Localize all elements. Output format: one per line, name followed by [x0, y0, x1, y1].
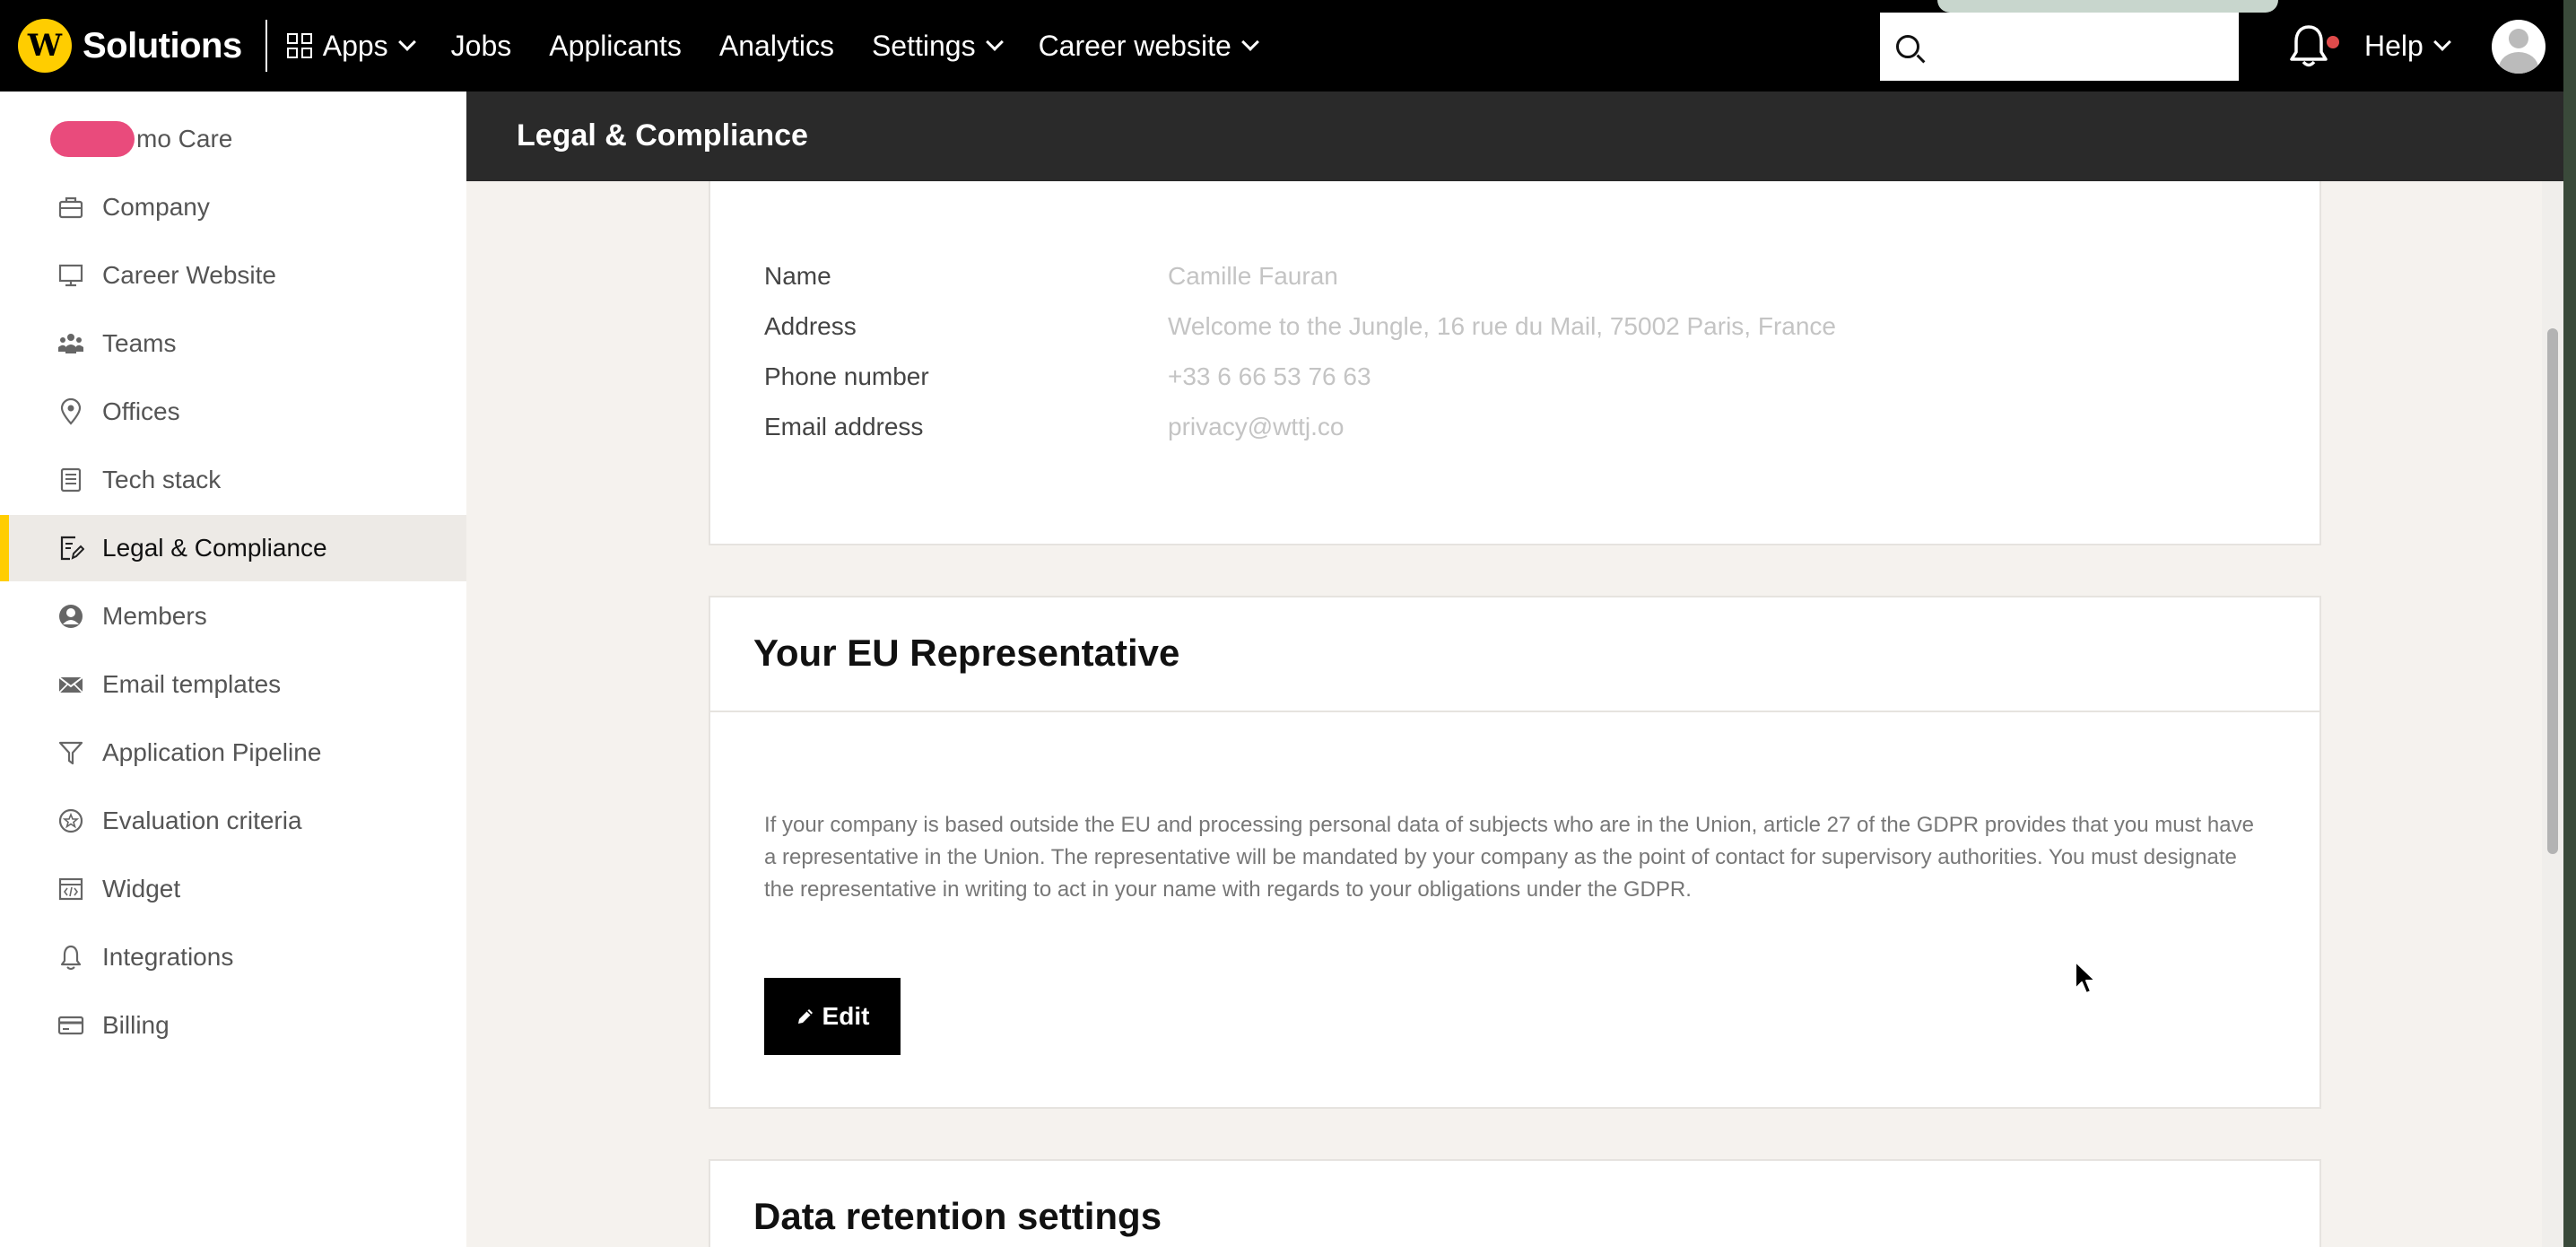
- edit-button[interactable]: Edit: [764, 978, 901, 1055]
- chevron-down-icon: [1240, 33, 1259, 51]
- org-badge: [50, 121, 135, 157]
- sidebar-item-application-pipeline[interactable]: Application Pipeline: [0, 719, 466, 786]
- sidebar-item-label: Company: [102, 193, 210, 221]
- sidebar-item-offices[interactable]: Offices: [0, 379, 466, 445]
- sidebar-item-career-website[interactable]: Career Website: [0, 242, 466, 309]
- nav-analytics-label: Analytics: [718, 29, 834, 62]
- user-circle-icon: [59, 605, 83, 628]
- sidebar-item-label: Integrations: [102, 943, 234, 971]
- nav-applicants[interactable]: Applicants: [549, 30, 682, 63]
- phone-label: Phone number: [764, 362, 929, 390]
- nav-applicants-label: Applicants: [549, 29, 682, 62]
- sidebar-item-label: Widget: [102, 875, 181, 903]
- search-input[interactable]: [1934, 32, 2221, 61]
- sidebar-item-label: Members: [102, 602, 207, 630]
- notification-dot: [2327, 36, 2339, 48]
- address-value: Welcome to the Jungle, 16 rue du Mail, 7…: [1168, 312, 1836, 340]
- sidebar-item-widget[interactable]: Widget: [0, 856, 466, 922]
- sidebar-item-label: Billing: [102, 1011, 170, 1039]
- nav-settings-label: Settings: [871, 29, 976, 62]
- address-label: Address: [764, 312, 857, 340]
- logo-mark: W: [18, 19, 72, 73]
- help-label: Help: [2364, 29, 2424, 62]
- sidebar-org[interactable]: mo Care: [0, 106, 466, 172]
- sidebar-item-members[interactable]: Members: [0, 583, 466, 650]
- brand-name: Solutions: [83, 25, 242, 65]
- avatar-head: [2509, 29, 2528, 48]
- settings-sidebar: mo Care Company Career Website Teams Off…: [0, 92, 466, 1247]
- avatar-body: [2499, 52, 2538, 74]
- logo[interactable]: W Solutions: [18, 0, 242, 92]
- email-value: privacy@wttj.co: [1168, 413, 1345, 440]
- sidebar-item-label: Email templates: [102, 670, 282, 698]
- chevron-down-icon: [397, 33, 416, 51]
- help-menu[interactable]: Help: [2364, 0, 2451, 92]
- nav-apps-label: Apps: [322, 29, 388, 62]
- credit-card-icon: [57, 1016, 84, 1035]
- nav-jobs[interactable]: Jobs: [451, 30, 512, 63]
- sidebar-item-teams[interactable]: Teams: [0, 310, 466, 377]
- chevron-down-icon: [985, 33, 1004, 51]
- data-retention-card: Data retention settings: [709, 1159, 2321, 1247]
- briefcase-icon: [58, 196, 83, 219]
- apps-grid-icon: [286, 33, 312, 58]
- document-edit-icon: [60, 536, 84, 561]
- section-header: Legal & Compliance: [466, 92, 2563, 181]
- sidebar-item-tech-stack[interactable]: Tech stack: [0, 447, 466, 513]
- book-stack-icon: [60, 467, 82, 493]
- sidebar-org-label: mo Care: [136, 125, 233, 153]
- chevron-down-icon: [2432, 33, 2451, 51]
- edit-button-label: Edit: [822, 1002, 870, 1030]
- funnel-icon: [58, 741, 83, 765]
- contact-info-card: Name Camille Fauran Address Welcome to t…: [709, 181, 2321, 545]
- name-label: Name: [764, 262, 831, 290]
- top-banner-tab: [1937, 0, 2278, 13]
- search-box[interactable]: [1880, 13, 2239, 81]
- scrollbar[interactable]: [2542, 181, 2563, 1247]
- sidebar-item-email-templates[interactable]: Email templates: [0, 651, 466, 718]
- nav-jobs-label: Jobs: [450, 29, 512, 62]
- search-icon: [1896, 35, 1919, 58]
- team-icon: [58, 334, 83, 353]
- sidebar-item-label: Evaluation criteria: [102, 807, 302, 834]
- eu-card-description: If your company is based outside the EU …: [764, 813, 2254, 902]
- pencil-icon: [797, 1009, 813, 1024]
- sidebar-item-label: Teams: [102, 329, 177, 357]
- nav-apps[interactable]: Apps: [286, 29, 416, 63]
- retention-card-title: Data retention settings: [753, 1195, 1162, 1237]
- phone-value: +33 6 66 53 76 63: [1168, 362, 1371, 390]
- plug-icon: [60, 945, 82, 970]
- monitor-icon: [58, 264, 83, 287]
- sidebar-item-label: Legal & Compliance: [102, 534, 327, 562]
- code-window-icon: [58, 877, 83, 901]
- card-header: Your EU Representative: [710, 597, 2319, 712]
- eu-card-title: Your EU Representative: [753, 632, 1180, 674]
- user-avatar[interactable]: [2492, 20, 2546, 74]
- nav-analytics[interactable]: Analytics: [719, 30, 834, 63]
- sidebar-item-label: Application Pipeline: [102, 738, 322, 766]
- window-edge: [2563, 0, 2576, 1247]
- sidebar-item-label: Career Website: [102, 261, 277, 289]
- star-badge-icon: [58, 808, 83, 833]
- email-label: Email address: [764, 413, 924, 440]
- nav-divider: [265, 20, 267, 72]
- sidebar-item-company[interactable]: Company: [0, 174, 466, 240]
- sidebar-item-label: Tech stack: [102, 466, 222, 493]
- page-title: Legal & Compliance: [517, 118, 808, 153]
- mouse-cursor-icon: [2075, 961, 2096, 994]
- eu-representative-card: Your EU Representative If your company i…: [709, 596, 2321, 1109]
- sidebar-item-evaluation-criteria[interactable]: Evaluation criteria: [0, 788, 466, 854]
- nav-settings[interactable]: Settings: [871, 29, 1004, 63]
- sidebar-item-billing[interactable]: Billing: [0, 992, 466, 1059]
- nav-career-website[interactable]: Career website: [1038, 29, 1259, 63]
- name-value: Camille Fauran: [1168, 262, 1338, 290]
- sidebar-item-legal-compliance[interactable]: Legal & Compliance: [0, 515, 466, 581]
- location-pin-icon: [60, 398, 82, 425]
- envelope-icon: [58, 676, 83, 693]
- sidebar-item-integrations[interactable]: Integrations: [0, 924, 466, 990]
- scrollbar-thumb[interactable]: [2547, 328, 2558, 854]
- notification-bell-icon[interactable]: [2289, 23, 2328, 68]
- nav-career-website-label: Career website: [1038, 29, 1231, 62]
- sidebar-item-label: Offices: [102, 397, 180, 425]
